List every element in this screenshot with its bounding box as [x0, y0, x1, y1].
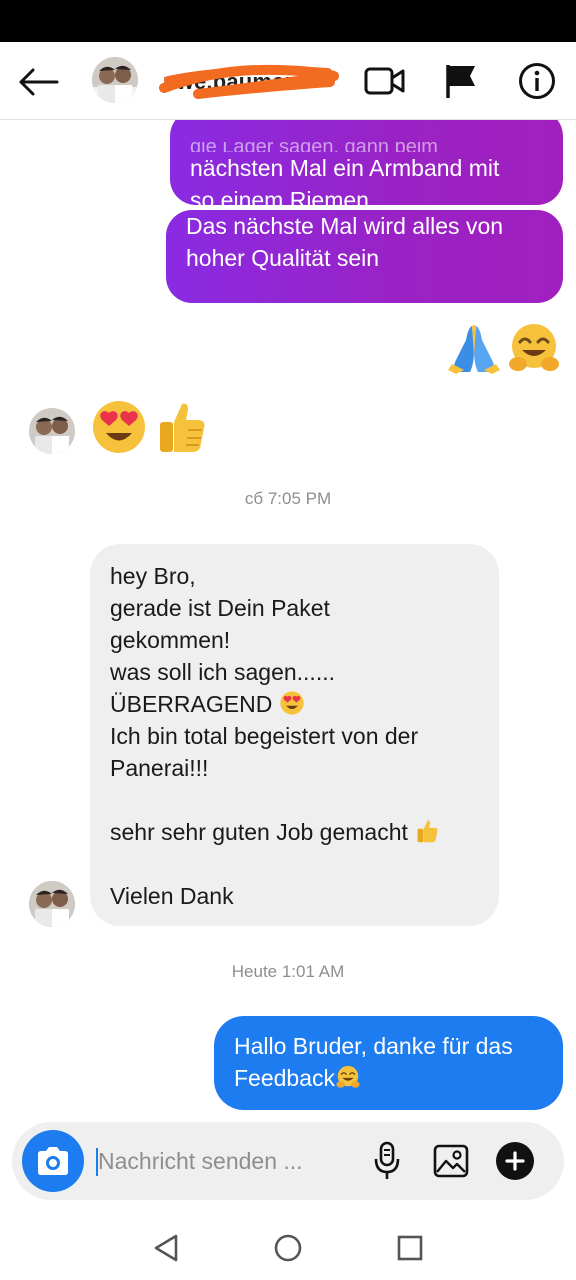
microphone-icon [374, 1141, 400, 1179]
timestamp: сб 7:05 PM [244, 489, 332, 508]
outgoing-message[interactable]: Das nächste Mal wird alles von hoher Qua… [166, 210, 563, 303]
sender-avatar[interactable] [29, 881, 75, 927]
thumbs-up-emoji [417, 820, 438, 843]
thumbs-up-emoji [160, 403, 205, 452]
circle-home-icon [274, 1234, 302, 1262]
redaction-scribble [159, 64, 339, 99]
square-recents-icon [397, 1235, 423, 1261]
plus-icon [505, 1151, 525, 1171]
chat-header: uwe.baumer [0, 42, 576, 120]
video-call-icon [364, 67, 405, 95]
image-icon [433, 1144, 469, 1178]
info-icon [519, 63, 555, 99]
system-navigation-bar [0, 1210, 576, 1280]
image-button[interactable] [430, 1140, 472, 1182]
nav-back-button[interactable] [146, 1228, 186, 1268]
message-input[interactable] [98, 1142, 348, 1180]
sender-avatar[interactable] [29, 408, 75, 454]
incoming-emoji-message[interactable] [90, 398, 210, 458]
camera-button[interactable] [22, 1130, 84, 1192]
back-button[interactable] [14, 62, 62, 102]
more-options-button[interactable] [496, 1142, 534, 1180]
incoming-message[interactable]: hey Bro, gerade ist Dein Paket gekommen!… [90, 544, 499, 926]
message-list[interactable]: die Lager sagen, dann beim nächsten Mal e… [0, 120, 576, 1120]
message-text: Ich bin total begeistert von der Panerai… [110, 723, 419, 845]
hugging-face-emoji [336, 1065, 360, 1088]
avatar[interactable] [92, 57, 138, 103]
info-button[interactable] [514, 58, 560, 104]
heart-eyes-emoji [93, 401, 145, 453]
folded-hands-emoji [448, 325, 500, 374]
status-bar [0, 0, 576, 42]
outgoing-emoji-message[interactable] [446, 320, 562, 380]
nav-home-button[interactable] [268, 1228, 308, 1268]
nav-recents-button[interactable] [390, 1228, 430, 1268]
microphone-button[interactable] [368, 1140, 406, 1182]
message-partial-line: die Lager sagen, dann beim [190, 142, 543, 152]
arrow-left-icon [19, 68, 59, 96]
triangle-back-icon [154, 1234, 178, 1262]
flag-icon [446, 65, 475, 98]
camera-icon [38, 1147, 68, 1175]
flag-button[interactable] [438, 60, 484, 102]
message-composer [12, 1122, 564, 1200]
outgoing-message[interactable]: die Lager sagen, dann beim nächsten Mal e… [170, 120, 563, 213]
message-text: Hallo Bruder, danke für das Feedback [234, 1033, 513, 1091]
outgoing-message[interactable]: Hallo Bruder, danke für das Feedback [214, 1016, 563, 1110]
message-text: Vielen Dank [110, 883, 234, 909]
hugging-face-emoji [509, 324, 559, 371]
message-text: nächsten Mal ein Armband mit so einem Ri… [190, 155, 500, 213]
video-call-button[interactable] [360, 60, 410, 102]
heart-eyes-emoji [280, 691, 304, 715]
timestamp: Heute 1:01 AM [231, 962, 345, 981]
